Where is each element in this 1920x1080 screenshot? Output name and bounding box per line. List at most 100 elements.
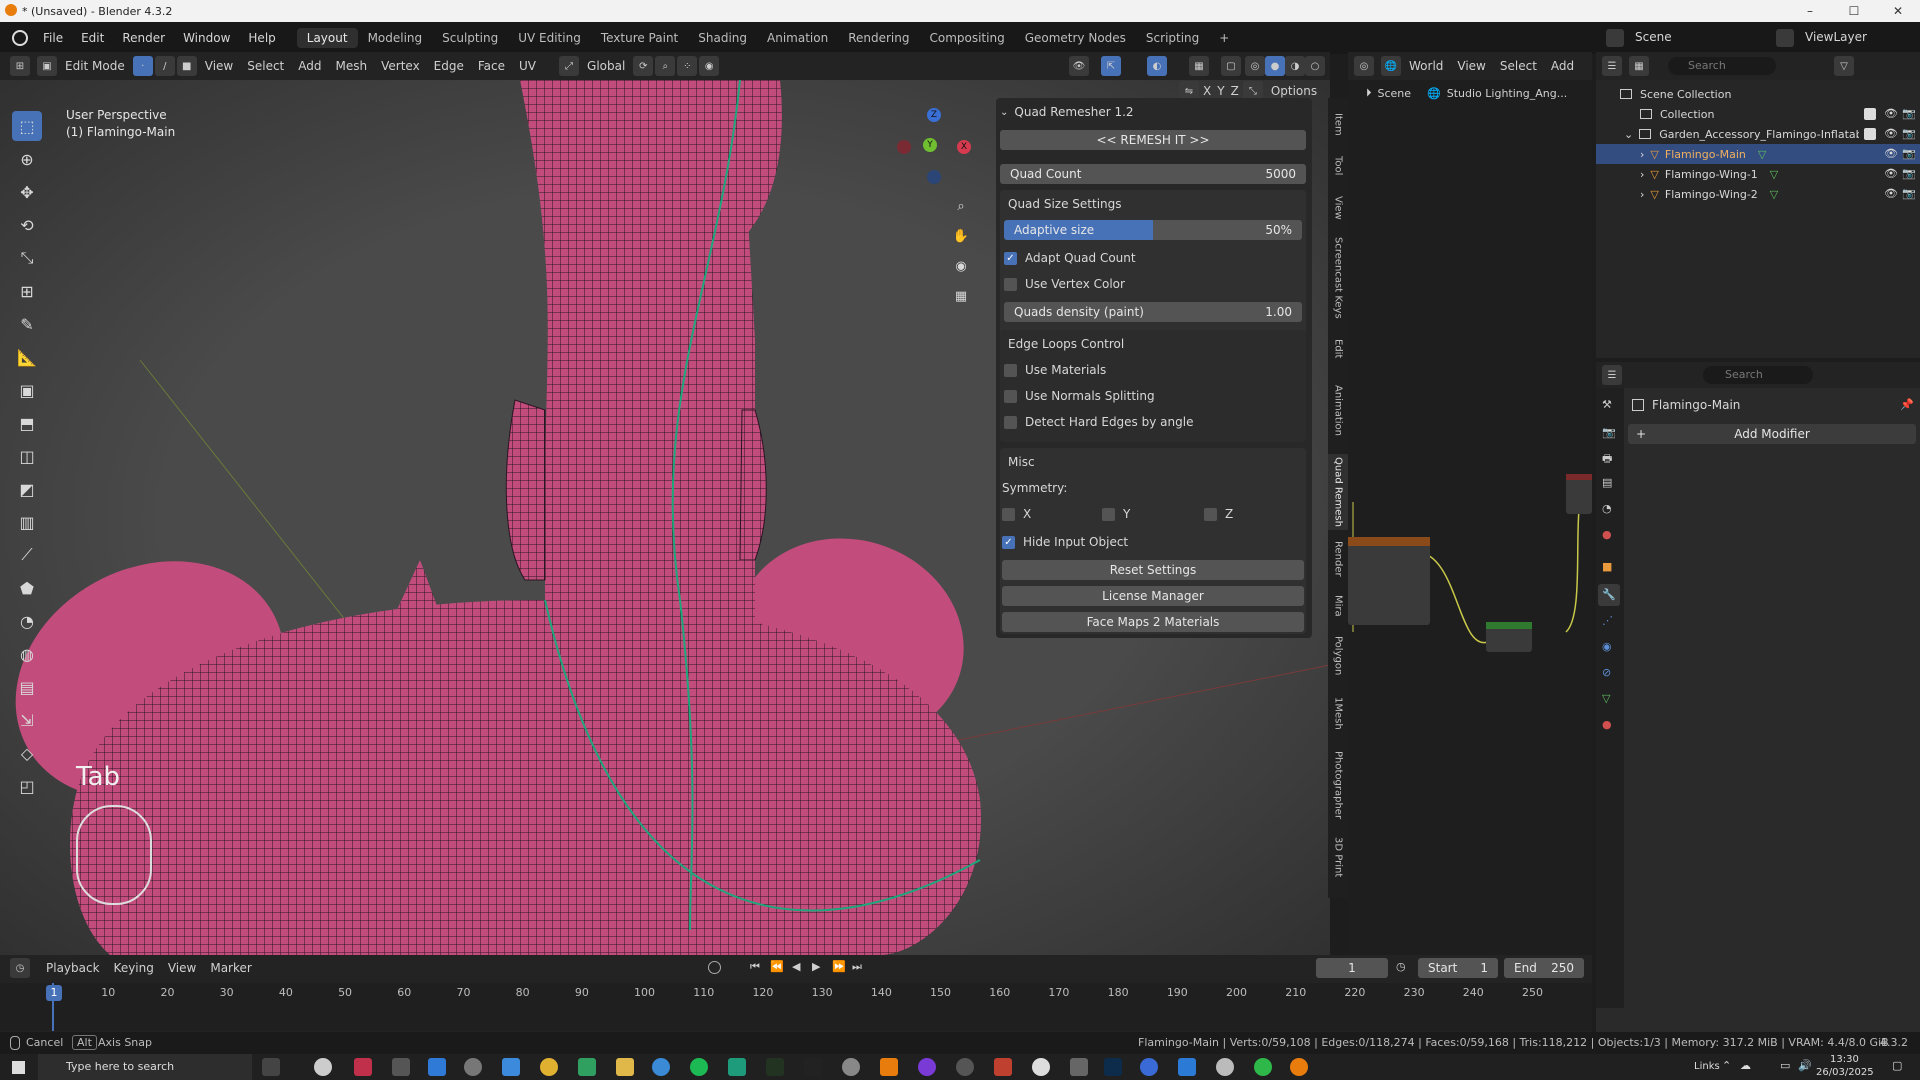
substance-painter-icon[interactable] [804,1058,822,1076]
calculator-app-icon[interactable] [392,1058,410,1076]
pan-hand-icon[interactable]: ✋ [946,221,976,251]
node-menu-view[interactable]: View [1450,59,1492,73]
measure-tool-icon[interactable]: 📐 [12,342,42,372]
use-vertex-color-checkbox[interactable]: Use Vertex Color [1004,274,1310,294]
task-view-icon[interactable] [262,1058,280,1076]
render-props-icon[interactable]: 📷 [1602,426,1616,439]
shrink-tool-icon[interactable]: ⇲ [12,705,42,735]
editor-type-icon[interactable]: ◷ [10,958,30,978]
eye-icon[interactable]: 👁 [1884,147,1898,160]
material-shading-icon[interactable]: ◑ [1285,56,1305,76]
editor-type-icon[interactable]: ☰ [1602,365,1622,385]
particles-props-icon[interactable]: ⋰ [1602,614,1613,627]
transform-orientation-selector[interactable]: Global [580,59,632,73]
pin-icon[interactable]: 📌 [1900,398,1914,411]
world-icon[interactable]: 🌐 [1381,56,1401,76]
windows-start-icon[interactable] [12,1061,25,1074]
jump-start-icon[interactable]: ⏮ [750,960,760,974]
menu-file[interactable]: File [34,31,72,45]
outliner-collection[interactable]: Collection 👁 📷 [1596,104,1920,124]
substance-designer-icon[interactable] [766,1058,784,1076]
app-icon[interactable] [1216,1058,1234,1076]
misc-header[interactable]: Misc [1000,452,1306,472]
edge-loops-control-header[interactable]: Edge Loops Control [1000,334,1306,354]
face-select-icon[interactable]: ■ [176,56,197,76]
loop-cut-tool-icon[interactable]: ▥ [12,507,42,537]
pivot-point-icon[interactable]: ⟳ [633,56,654,76]
quad-count-field[interactable]: Quad Count 5000 [1000,164,1306,184]
timeline-menu-playback[interactable]: Playback [39,961,107,975]
menu-view[interactable]: View [198,59,240,73]
sidebar-tab-3d-print[interactable]: 3D Print [1328,832,1348,882]
app-icon[interactable] [1070,1058,1088,1076]
app-icon[interactable] [578,1058,596,1076]
editor-type-icon[interactable]: ◎ [1354,56,1374,76]
wireframe-shading-icon[interactable]: ◎ [1245,56,1265,76]
gizmo-z-axis[interactable]: Z [927,108,941,122]
scene-props-icon[interactable]: ◔ [1602,502,1612,515]
app-icon[interactable] [956,1058,974,1076]
outliner-search-input[interactable]: Search [1668,57,1776,75]
sidebar-tab-screencast-keys[interactable]: Screencast Keys [1328,232,1348,324]
notifications-icon[interactable]: ▢ [1892,1059,1902,1072]
sidebar-tab-mira[interactable]: Mira [1328,588,1348,624]
checkmark-icon[interactable]: ✓ [1004,251,1017,265]
add-workspace-button[interactable]: + [1209,28,1239,48]
editor-type-icon[interactable]: ☰ [1602,56,1622,76]
rotate-tool-icon[interactable]: ⟲ [12,210,42,240]
camera-render-icon[interactable]: 📷 [1902,147,1916,160]
chrome-app-icon[interactable] [540,1058,558,1076]
eye-icon[interactable]: 👁 [1884,167,1898,180]
knife-tool-icon[interactable]: ⟋ [12,540,42,570]
camera-render-icon[interactable]: 📷 [1902,187,1916,200]
sidebar-tab-view[interactable]: View [1328,190,1348,226]
cursor-tool-icon[interactable]: ⊕ [12,144,42,174]
outliner[interactable]: ☰ ▦ Search ▽ Scene Collection Collection… [1596,52,1920,358]
taskbar-search-input[interactable]: Type here to search [38,1054,252,1080]
display-mode-icon[interactable]: ▦ [1629,56,1649,76]
snap-target-icon[interactable]: ⁘ [677,56,698,76]
smooth-tool-icon[interactable]: ◍ [12,639,42,669]
face-maps-2-materials-button[interactable]: Face Maps 2 Materials [1002,612,1304,632]
checkbox-empty-icon[interactable] [1102,507,1115,521]
checkbox-empty-icon[interactable] [1204,507,1217,521]
scale-tool-icon[interactable]: ⤡ [12,243,42,273]
current-frame-field[interactable]: 1 [1316,958,1388,978]
perspective-toggle-icon[interactable]: ▦ [946,281,976,311]
workspace-tab-geometry-nodes[interactable]: Geometry Nodes [1015,28,1136,48]
checkbox-empty-icon[interactable] [1004,415,1017,429]
chrome-app-icon[interactable] [652,1058,670,1076]
axis-x-toggle[interactable]: X [1200,84,1214,98]
app-icon[interactable] [1140,1058,1158,1076]
workspace-tab-compositing[interactable]: Compositing [919,28,1014,48]
shear-tool-icon[interactable]: ◇ [12,738,42,768]
spotify-app-icon[interactable] [690,1058,708,1076]
node-menu-add[interactable]: Add [1544,59,1581,73]
overlay-icon[interactable]: ◐ [1147,56,1167,76]
select-box-tool-icon[interactable]: ⬚ [12,111,42,141]
sidebar-tab-tool[interactable]: Tool [1328,148,1348,184]
world-props-icon[interactable]: ● [1602,528,1612,541]
sidebar-tab-animation[interactable]: Animation [1328,374,1348,446]
remesh-it-button[interactable]: << REMESH IT >> [1000,130,1306,150]
viewlayer-icon[interactable] [1776,29,1794,47]
filter-icon[interactable]: ▽ [1834,56,1854,76]
sidebar-tab-1mesh[interactable]: 1Mesh [1328,690,1348,736]
playhead-frame-label[interactable]: 1 [46,985,62,1001]
gizmo-negative-x[interactable] [897,140,911,154]
workspace-tab-animation[interactable]: Animation [757,28,838,48]
workspace-tab-scripting[interactable]: Scripting [1136,28,1209,48]
checkmark-icon[interactable]: ✓ [1002,535,1015,549]
eye-icon[interactable]: 👁 [1884,127,1898,140]
workspace-tab-sculpting[interactable]: Sculpting [432,28,508,48]
app-icon[interactable] [994,1058,1012,1076]
material-props-icon[interactable]: ● [1602,718,1612,731]
taskbar-links-label[interactable]: Links [1694,1061,1720,1072]
properties-search-input[interactable]: Search [1703,366,1813,384]
quad-size-settings-header[interactable]: Quad Size Settings [1000,194,1306,214]
timeline[interactable]: ◷ Playback Keying View Marker ⏮ ⏪ ◀ ▶ ⏩ … [0,955,1592,1032]
app-icon[interactable] [842,1058,860,1076]
checkbox-empty-icon[interactable] [1004,363,1017,377]
volume-icon[interactable]: 🔊 [1798,1059,1812,1072]
mode-selector[interactable]: Edit Mode [58,59,132,73]
